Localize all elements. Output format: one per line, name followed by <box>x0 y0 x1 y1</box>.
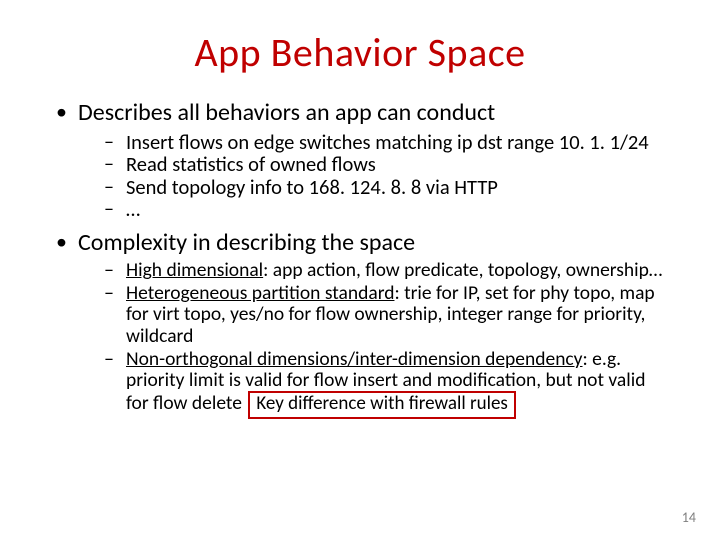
sub-item: Read statistics of owned flows <box>100 153 670 176</box>
sub-item: High dimensional: app action, flow predi… <box>100 260 670 281</box>
bullet-list: Describes all behaviors an app can condu… <box>50 99 670 419</box>
callout-box: Key difference with firewall rules <box>248 391 515 419</box>
bullet-item: Complexity in describing the space High … <box>50 229 670 419</box>
sub-text: Send topology info to 168. 124. 8. 8 via… <box>126 174 498 200</box>
bullet-text: Complexity in describing the space <box>78 228 415 257</box>
sub-rest: : app action, flow predicate, topology, … <box>263 258 662 282</box>
sub-item: Heterogeneous partition standard: trie f… <box>100 283 670 346</box>
sub-item: … <box>100 198 670 221</box>
slide: App Behavior Space Describes all behavio… <box>0 0 720 540</box>
sub-item: Non-orthogonal dimensions/inter-dimensio… <box>100 349 670 419</box>
sub-text: … <box>126 196 140 222</box>
slide-title: App Behavior Space <box>50 28 670 77</box>
sub-item: Send topology info to 168. 124. 8. 8 via… <box>100 176 670 199</box>
sub-emph: High dimensional <box>126 258 263 282</box>
bullet-item: Describes all behaviors an app can condu… <box>50 99 670 221</box>
bullet-text: Describes all behaviors an app can condu… <box>78 98 495 127</box>
sub-list: High dimensional: app action, flow predi… <box>100 260 670 418</box>
sub-item: Insert flows on edge switches matching i… <box>100 131 670 154</box>
page-number: 14 <box>682 509 696 526</box>
sub-list: Insert flows on edge switches matching i… <box>100 131 670 221</box>
